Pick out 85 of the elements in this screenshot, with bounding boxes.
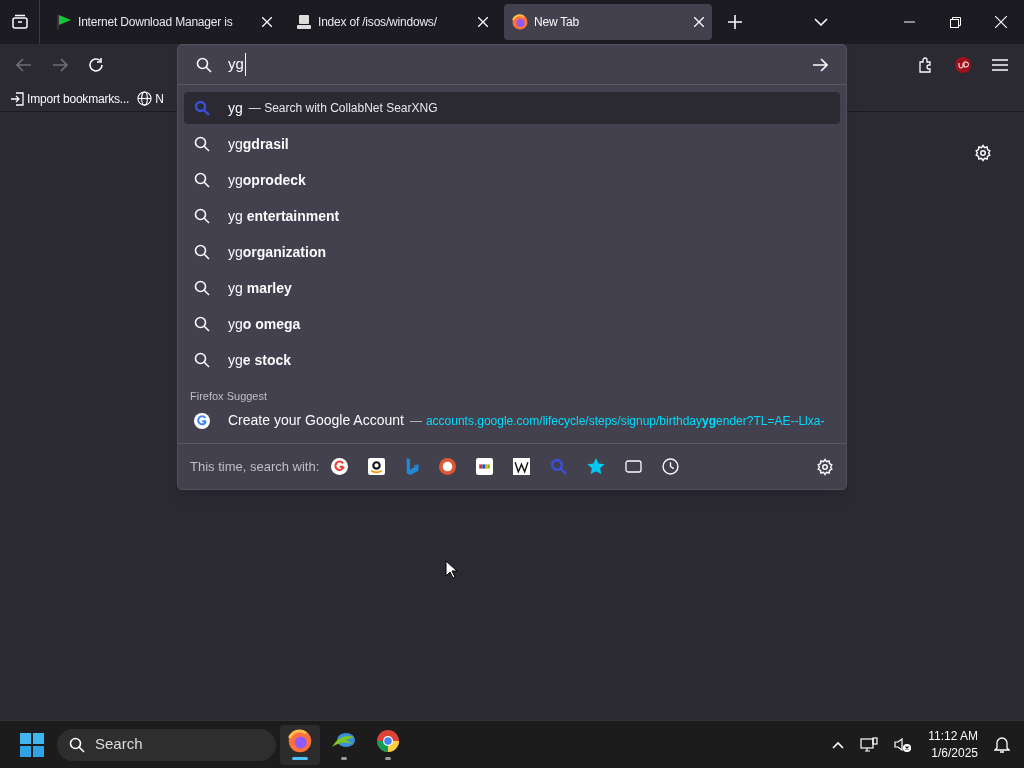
- chevron-up-icon[interactable]: [832, 740, 845, 749]
- close-icon[interactable]: [995, 16, 1007, 28]
- close-tab-icon[interactable]: [694, 17, 704, 27]
- b-logo-icon[interactable]: [405, 458, 420, 475]
- settings-icon[interactable]: [816, 457, 834, 476]
- suggestion-row[interactable]: ygo omega: [184, 306, 840, 342]
- clock-date[interactable]: 1/6/2025: [931, 744, 978, 762]
- suggestion-row[interactable]: Create your Google Account — accounts.google.com/lifecycle/steps/signup/birthdayygender?TL=AE--Llxa-: [184, 404, 840, 437]
- suggestion-row[interactable]: yge stock: [184, 342, 840, 378]
- tab[interactable]: New Tab: [504, 4, 712, 40]
- suggestion-text: yg marley: [228, 278, 292, 298]
- firefox-icon: [512, 14, 528, 30]
- suggestion-text: ygorganization: [228, 242, 327, 262]
- suggestion-text: ygo omega: [228, 314, 301, 334]
- suggestion-text: yggdrasil: [228, 134, 289, 154]
- tab-overflow-chevron-icon[interactable]: [814, 18, 828, 26]
- network-monitor-icon[interactable]: [860, 736, 879, 753]
- search-icon: [194, 172, 210, 188]
- restore-icon[interactable]: [949, 16, 961, 28]
- search-icon: [69, 736, 85, 753]
- search-engine-icon: [194, 100, 210, 116]
- duck-logo-icon[interactable]: [439, 458, 457, 475]
- suggestion-row[interactable]: yg entertainment: [184, 198, 840, 234]
- tab-icon[interactable]: [625, 460, 643, 473]
- search-icon: [194, 316, 210, 332]
- g-logo-icon: [194, 412, 210, 429]
- w-logo-icon[interactable]: [513, 458, 531, 475]
- star-icon[interactable]: [587, 458, 606, 475]
- mouse-cursor-icon: [445, 560, 457, 579]
- suggestion-row[interactable]: yg — Search with CollabNet SearXNG: [184, 92, 840, 124]
- address-input-field[interactable]: yg: [228, 53, 246, 76]
- suggestion-row[interactable]: ygoprodeck: [184, 162, 840, 198]
- shield-extension-icon[interactable]: [954, 56, 972, 74]
- new-tab-icon[interactable]: [728, 15, 742, 29]
- suggestion-row[interactable]: yggdrasil: [184, 126, 840, 162]
- back-icon[interactable]: [16, 58, 32, 72]
- settings-icon[interactable]: [974, 144, 992, 162]
- suggestion-text: ygoprodeck: [228, 170, 306, 190]
- search-icon: [194, 280, 210, 296]
- go-arrow-icon[interactable]: [812, 57, 828, 72]
- menu-icon[interactable]: [992, 59, 1008, 71]
- chrome-icon: [376, 729, 400, 753]
- tab-list-icon[interactable]: [10, 14, 29, 30]
- search-icon: [194, 208, 210, 224]
- search-placeholder: Search: [95, 734, 143, 755]
- close-tab-icon[interactable]: [262, 17, 272, 27]
- suggestion-text: yg: [228, 98, 243, 118]
- globe-icon: [137, 91, 153, 106]
- suggestion-text: yge stock: [228, 350, 292, 370]
- search-icon: [194, 244, 210, 260]
- shopping-smile-icon[interactable]: [368, 458, 386, 475]
- shop-logo-icon[interactable]: [476, 458, 494, 475]
- search-with-label: This time, search with:: [190, 457, 320, 476]
- clock-icon[interactable]: [662, 458, 680, 475]
- reload-icon[interactable]: [88, 57, 104, 73]
- taskbar-search-field[interactable]: Search: [57, 728, 276, 761]
- suggestion-title: Create your Google Account: [228, 411, 404, 430]
- notification-bell-icon[interactable]: [994, 735, 1010, 754]
- speaker-muted-icon[interactable]: [894, 736, 913, 753]
- suggestion-url[interactable]: accounts.google.com/lifecycle/steps/signup/birthdayygender?TL=AE--Llxa-: [425, 411, 825, 430]
- tab[interactable]: Index of /isos/windows/: [288, 4, 496, 40]
- import-icon: [10, 91, 24, 106]
- search-icon: [194, 136, 210, 152]
- taskbar-app-button[interactable]: [280, 724, 320, 765]
- minimize-icon[interactable]: [903, 21, 915, 23]
- suggestion-row[interactable]: yg marley: [184, 270, 840, 306]
- suggestion-row[interactable]: ygorganization: [184, 234, 840, 270]
- bookmark-item[interactable]: N: [137, 89, 164, 108]
- suggestion-text: yg entertainment: [228, 206, 340, 226]
- extensions-puzzle-icon[interactable]: [918, 57, 934, 73]
- bookmark-item[interactable]: Import bookmarks...: [10, 89, 130, 108]
- firefox-icon: [288, 729, 312, 753]
- section-heading: Firefox Suggest: [190, 389, 269, 404]
- start-windows-icon[interactable]: [20, 732, 44, 757]
- forward-icon[interactable]: [52, 58, 68, 72]
- search-icon: [194, 352, 210, 368]
- tab[interactable]: Internet Download Manager is: [48, 4, 280, 40]
- clock-time[interactable]: 11:12 AM: [928, 727, 978, 745]
- flag-icon: [56, 14, 72, 30]
- separator-dash: —: [409, 412, 422, 430]
- server-icon: [296, 14, 312, 30]
- suggestion-action: — Search with CollabNet SearXNG: [248, 100, 438, 117]
- close-tab-icon[interactable]: [478, 17, 488, 27]
- g-logo-icon[interactable]: [331, 458, 349, 475]
- search-icon: [196, 56, 212, 73]
